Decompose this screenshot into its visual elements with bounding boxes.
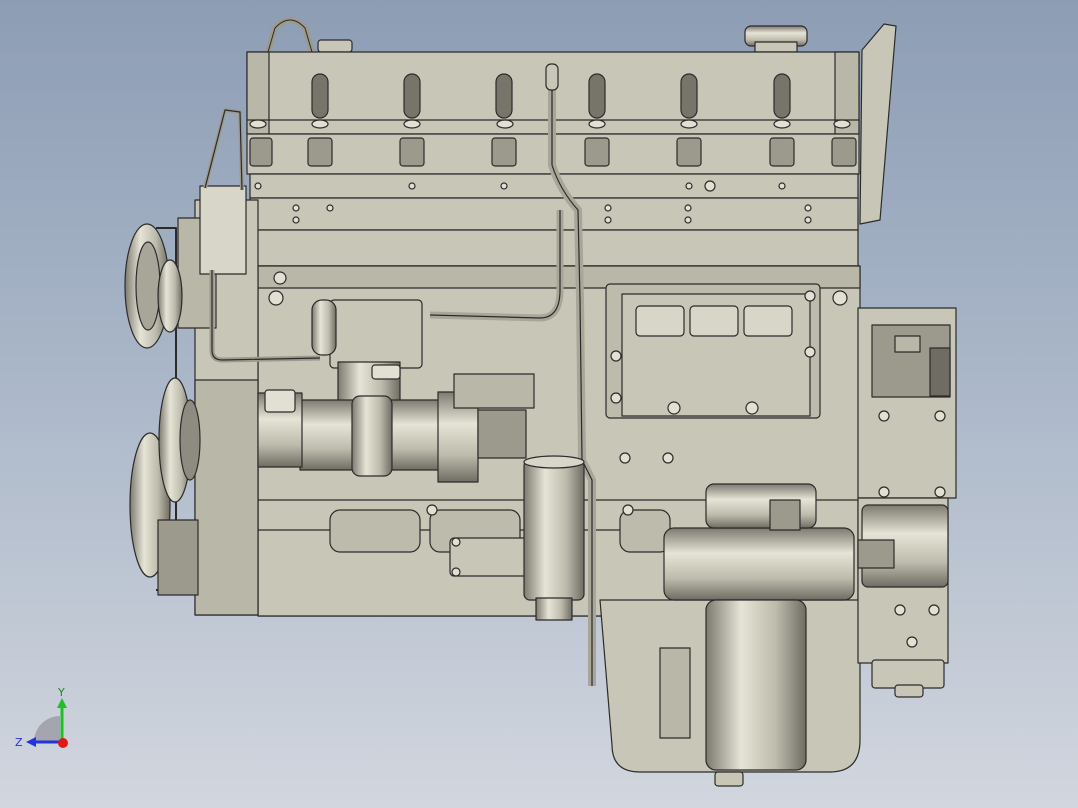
x-axis-dot: [58, 738, 68, 748]
z-axis-label: Z: [15, 736, 23, 749]
orientation-triad: Y Z: [15, 686, 68, 749]
graphics-viewport[interactable]: Y Z: [0, 0, 1078, 808]
z-axis-arrow: [26, 737, 36, 747]
rocker-bracket: [859, 23, 897, 225]
y-axis-arrow: [57, 698, 67, 708]
triad-arc: [34, 716, 60, 742]
oil-pan-drain: [714, 771, 744, 787]
ecm-module: [329, 299, 423, 369]
fuel-filter: [523, 459, 585, 601]
fuel-pump-windows: [635, 305, 793, 337]
y-axis-label: Y: [57, 686, 65, 699]
gasket-rail: [249, 197, 859, 231]
engine-model-view[interactable]: [0, 0, 1078, 808]
lifting-eye: [265, 17, 315, 53]
oil-fill-cap: [317, 39, 353, 53]
starter-motor: [663, 527, 855, 601]
